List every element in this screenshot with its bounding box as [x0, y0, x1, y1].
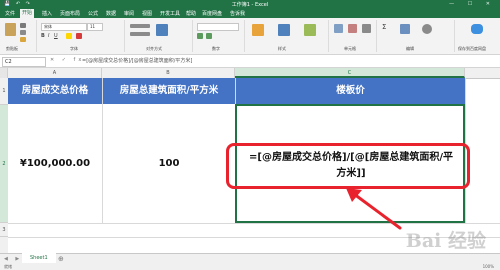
font-color-icon[interactable]: [76, 33, 82, 39]
formula-input[interactable]: =[@房屋成交总价格]/[@房屋总建筑面积/平方米]: [82, 57, 492, 65]
gridline: [8, 223, 500, 224]
header-cell-floor-price[interactable]: 楼板价: [235, 78, 465, 104]
tab-data[interactable]: 数据: [104, 10, 118, 17]
align-center-icon[interactable]: [130, 32, 150, 36]
conditional-format-icon[interactable]: [252, 24, 264, 36]
insert-cells-icon[interactable]: [334, 24, 343, 33]
underline-button[interactable]: U: [54, 33, 58, 39]
autosum-icon[interactable]: Σ: [382, 23, 386, 31]
row-header-1[interactable]: 1: [0, 78, 8, 105]
tab-page-layout[interactable]: 页面布局: [58, 10, 82, 17]
baidu-save-group-label: 保存到百度网盘: [458, 46, 486, 51]
format-as-table-icon[interactable]: [278, 24, 290, 36]
styles-group-label: 样式: [278, 46, 286, 51]
status-bar: 就绪 100%: [0, 263, 500, 270]
tab-baidu-netdisk[interactable]: 百度网盘: [200, 10, 224, 17]
name-box[interactable]: C2: [2, 57, 46, 67]
currency-icon[interactable]: [197, 33, 203, 39]
number-format-select[interactable]: [197, 23, 239, 31]
cloud-save-icon[interactable]: [471, 24, 483, 34]
annotation-arrow-icon: [346, 188, 402, 230]
cell-styles-icon[interactable]: [304, 24, 316, 36]
format-painter-icon[interactable]: [20, 37, 26, 42]
font-size-select[interactable]: 11: [87, 23, 103, 31]
bold-button[interactable]: B: [41, 33, 45, 39]
tab-help[interactable]: 帮助: [184, 10, 198, 17]
number-group-label: 数字: [212, 46, 220, 51]
clipboard-group: 剪贴板: [2, 20, 37, 52]
italic-button[interactable]: I: [48, 33, 49, 39]
percent-icon[interactable]: [206, 33, 212, 39]
copy-icon[interactable]: [20, 30, 26, 35]
cut-icon[interactable]: [20, 23, 26, 28]
find-select-icon[interactable]: [422, 24, 432, 34]
formula-bar: C2 ✕ ✓ fx =[@房屋成交总价格]/[@房屋总建筑面积/平方米]: [0, 55, 500, 68]
wrap-text-icon[interactable]: [156, 24, 168, 36]
alignment-group-label: 对齐方式: [146, 46, 162, 51]
tab-tell-me[interactable]: 告诉我: [228, 10, 247, 17]
tab-view[interactable]: 视图: [140, 10, 154, 17]
font-group-label: 字体: [70, 46, 78, 51]
column-header-c[interactable]: C: [235, 68, 465, 78]
row-header-4[interactable]: [0, 237, 8, 253]
select-all-corner[interactable]: [0, 68, 8, 78]
column-header-b[interactable]: B: [102, 68, 235, 78]
baidu-save-group: 保存到百度网盘: [456, 20, 498, 52]
sort-filter-icon[interactable]: [400, 24, 410, 34]
styles-group: 样式: [246, 20, 329, 52]
alignment-group: 对齐方式: [126, 20, 193, 52]
cell-price[interactable]: ¥100,000.00: [8, 105, 102, 222]
tab-formulas[interactable]: 公式: [86, 10, 100, 17]
fill-color-icon[interactable]: [66, 33, 72, 39]
cell-area[interactable]: 100: [103, 105, 235, 222]
zoom-level[interactable]: 100%: [483, 263, 494, 270]
formula-bar-buttons[interactable]: ✕ ✓ fx: [50, 57, 84, 63]
tab-home[interactable]: 开始: [20, 9, 35, 18]
tab-developer[interactable]: 开发工具: [158, 10, 182, 17]
row-header-3[interactable]: 3: [0, 223, 8, 237]
tab-insert[interactable]: 插入: [40, 10, 54, 17]
align-top-icon[interactable]: [130, 24, 150, 28]
title-bar: 💾 ↶ ↷ 工作簿1 - Excel — ☐ ✕: [0, 0, 500, 9]
font-group: 宋体 11 B I U 字体: [38, 20, 125, 52]
delete-cells-icon[interactable]: [348, 24, 357, 33]
column-header-a[interactable]: A: [8, 68, 102, 78]
watermark-logo: Bai 经验: [405, 230, 486, 252]
cells-group: 单元格: [330, 20, 377, 52]
editing-group: Σ 编辑: [378, 20, 455, 52]
tab-file[interactable]: 文件: [3, 10, 17, 17]
window-title: 工作簿1 - Excel: [231, 2, 269, 8]
annotation-highlight-box: [226, 143, 470, 189]
ribbon-tabs: 文件 开始 插入 页面布局 公式 数据 审阅 视图 开发工具 帮助 百度网盘 告…: [0, 9, 500, 18]
paste-icon[interactable]: [5, 23, 16, 36]
header-cell-price[interactable]: 房屋成交总价格: [8, 78, 102, 104]
status-mode: 就绪: [4, 264, 12, 269]
window-controls[interactable]: — ☐ ✕: [449, 1, 496, 7]
tab-review[interactable]: 审阅: [122, 10, 136, 17]
row-header-2[interactable]: 2: [0, 105, 8, 223]
cells-group-label: 单元格: [344, 46, 356, 51]
number-group: 数字: [194, 20, 245, 52]
editing-group-label: 编辑: [406, 46, 414, 51]
font-name-select[interactable]: 宋体: [41, 23, 87, 31]
clipboard-group-label: 剪贴板: [6, 46, 18, 51]
header-cell-area[interactable]: 房屋总建筑面积/平方米: [102, 78, 235, 104]
format-cells-icon[interactable]: [362, 24, 371, 33]
ribbon: 剪贴板 宋体 11 B I U 字体 对齐方式 数字 样式 单元格 Σ 编辑 保…: [0, 18, 500, 55]
